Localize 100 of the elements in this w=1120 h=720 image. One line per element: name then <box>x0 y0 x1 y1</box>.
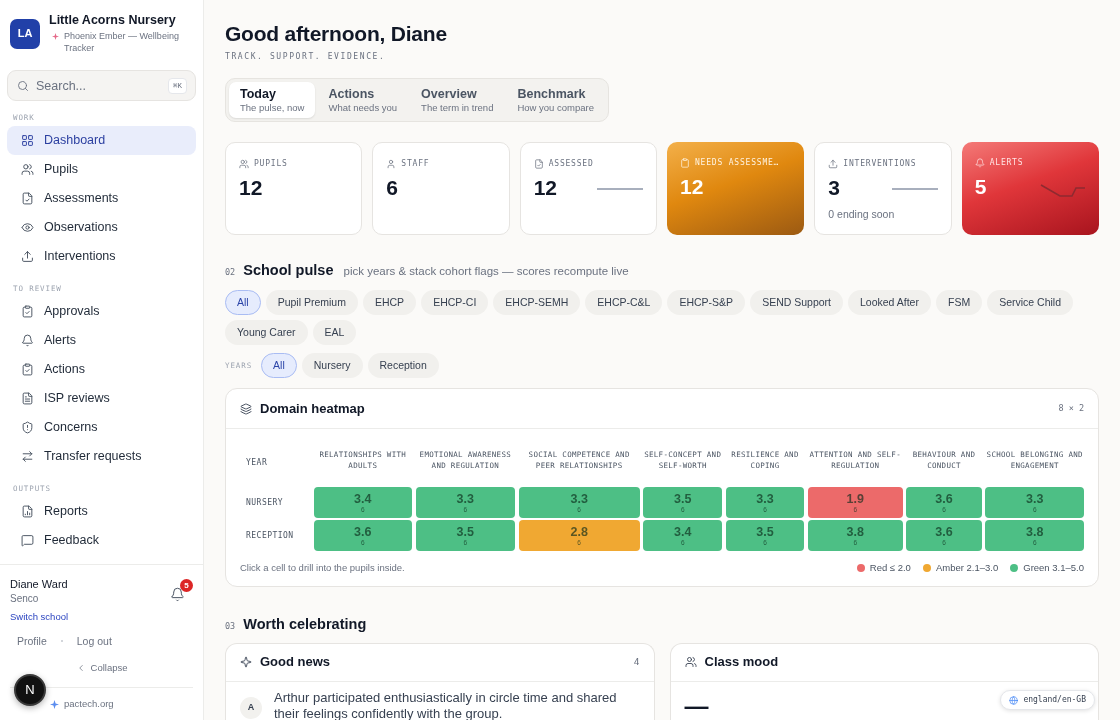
stat-label: NEEDS ASSESSME… <box>695 157 780 169</box>
sparkle-icon <box>240 656 252 668</box>
clipboard-check-icon <box>21 305 34 318</box>
greeting-heading: Good afternoon, Diane <box>225 21 447 47</box>
switch-school-link[interactable]: Switch school <box>10 610 69 623</box>
filter-chip[interactable]: EHCP-SEMH <box>493 290 581 316</box>
card-title: Domain heatmap <box>260 400 365 418</box>
stat-label: INTERVENTIONS <box>843 158 917 170</box>
filter-chip[interactable]: Looked After <box>848 290 931 316</box>
news-text: Arthur participated enthusiastically in circle time and shared their feelings confidently with the group. <box>274 689 618 720</box>
row-label: RECEPTION <box>245 529 295 542</box>
clipboard-icon <box>680 158 690 168</box>
card-title: Good news <box>260 653 331 672</box>
people-icon <box>684 656 697 668</box>
stat-note: 0 ending soon <box>828 207 896 221</box>
filter-chip[interactable]: EHCP <box>362 290 417 316</box>
grid-size: 8 × 2 <box>1058 402 1084 416</box>
nav-item[interactable]: Actions <box>7 355 196 384</box>
stat-value: 12 <box>239 176 263 200</box>
nav-item[interactable]: Assessments <box>7 184 196 213</box>
stat-label: ALERTS <box>989 157 1024 169</box>
filter-chip[interactable]: Pupil Premium <box>265 290 358 316</box>
trend-line <box>891 188 938 190</box>
section-title: School pulse <box>243 261 334 279</box>
footer-link[interactable]: pactech.org <box>64 697 114 711</box>
locale-badge[interactable]: england/en-GB <box>1000 690 1095 710</box>
section-number: 02 <box>225 266 236 279</box>
stat-value: 12 <box>533 176 557 200</box>
filter-chip[interactable]: EHCP-S&P <box>667 290 746 316</box>
filter-chip[interactable]: Reception <box>367 353 439 379</box>
news-count: 4 <box>633 654 640 669</box>
account-link[interactable]: Profile <box>17 634 47 648</box>
stat-label: STAFF <box>401 158 430 170</box>
tagline: TRACK. SUPPORT. EVIDENCE. <box>225 51 386 63</box>
legend-label: Amber 2.1–3.0 <box>935 561 999 576</box>
stat-value: 12 <box>680 175 704 199</box>
nav-item[interactable]: ISP reviews <box>7 384 196 413</box>
search-icon <box>17 80 29 92</box>
section-number: 03 <box>225 619 236 633</box>
card-title: Class mood <box>704 653 779 672</box>
stat-label: ASSESSED <box>548 158 594 170</box>
tab[interactable]: Today The pulse, now <box>229 82 316 118</box>
filter-chip[interactable]: Young Carer <box>225 320 308 346</box>
notification-count: 5 <box>180 579 193 592</box>
user-name: Diane Ward <box>10 577 69 591</box>
column-header: YEAR <box>245 457 269 470</box>
nav-item[interactable]: Concerns <box>7 413 196 442</box>
filter-chip[interactable]: SEND Support <box>750 290 843 316</box>
filter-chip[interactable]: All <box>261 353 297 379</box>
nav-item[interactable]: Dashboard <box>7 126 196 155</box>
account-link[interactable]: Log out <box>76 634 112 648</box>
upload-icon <box>828 159 839 169</box>
filter-chip[interactable]: EAL <box>312 320 357 346</box>
filter-chip[interactable]: FSM <box>935 290 983 316</box>
legend-label: Red ≤ 2.0 <box>869 561 911 576</box>
filter-chip[interactable]: Nursery <box>301 353 363 379</box>
nav-item[interactable]: Observations <box>7 213 196 242</box>
stat-value: 3 <box>828 176 840 200</box>
school-logo: LA <box>10 18 40 49</box>
notifications-icon[interactable] <box>170 587 185 602</box>
swap-arrows-icon <box>21 450 34 463</box>
legend-label: Green 3.1–5.0 <box>1023 561 1084 576</box>
nav-item[interactable]: Interventions <box>7 242 196 271</box>
eye-icon <box>21 221 34 234</box>
star-icon <box>52 33 59 40</box>
document-icon <box>21 392 34 405</box>
mood-value: — <box>684 691 709 719</box>
nav-item[interactable]: Pupils <box>7 155 196 184</box>
product-name: Phoenix Ember — Wellbeing Tracker <box>64 30 180 54</box>
bell-icon <box>974 158 985 168</box>
globe-icon <box>1009 695 1019 705</box>
heatmap-hint: Click a cell to drill into the pupils inside. <box>240 561 405 576</box>
people-icon <box>21 163 34 176</box>
trend-line <box>1040 184 1086 197</box>
person-icon <box>386 159 397 169</box>
filter-chip[interactable]: Service Child <box>987 290 1073 316</box>
nav-item[interactable]: Alerts <box>7 326 196 355</box>
user-role: Senco <box>10 592 40 605</box>
grid-icon <box>21 134 34 147</box>
nav-item[interactable]: Approvals <box>7 297 196 326</box>
file-check-icon <box>21 192 34 205</box>
nav-item[interactable]: Transfer requests <box>7 442 196 471</box>
people-icon <box>239 159 249 169</box>
filter-chip[interactable]: EHCP-CI <box>421 290 489 316</box>
tab[interactable]: Overview The term in trend <box>410 82 505 118</box>
stat-value: 6 <box>386 176 398 200</box>
section-hint: pick years & stack cohort flags — scores recompute live <box>343 264 629 279</box>
stat-value: 5 <box>974 175 987 199</box>
nav-item[interactable]: Reports <box>7 497 196 526</box>
tab[interactable]: Benchmark How you compare <box>506 82 605 118</box>
chart-document-icon <box>21 505 34 518</box>
stat-label: PUPILS <box>254 158 288 170</box>
filter-chip[interactable]: EHCP-C&L <box>585 290 663 316</box>
filter-chip[interactable]: All <box>225 290 261 316</box>
upload-icon <box>21 250 34 263</box>
nav-item[interactable]: Feedback <box>7 526 196 555</box>
layers-icon <box>240 402 252 415</box>
trend-line <box>597 188 643 190</box>
tab[interactable]: Actions What needs you <box>317 82 409 118</box>
collapse-button[interactable]: Collapse <box>75 661 128 675</box>
